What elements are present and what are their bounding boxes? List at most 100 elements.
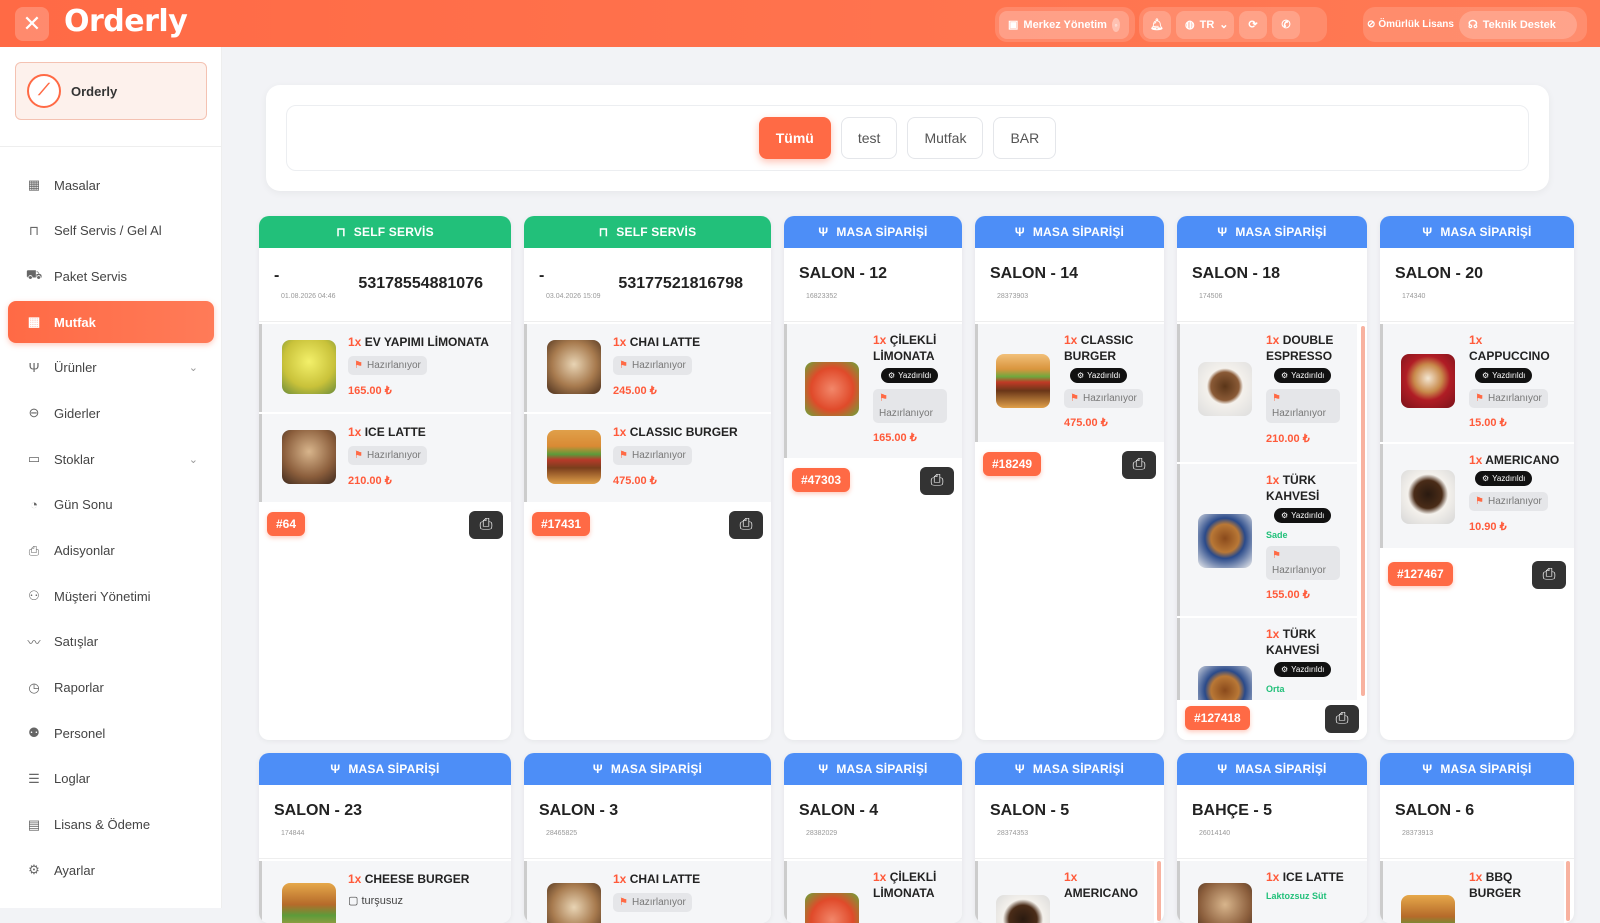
item-name: 1x ICE LATTE: [1266, 870, 1344, 884]
sidebar-item-satislar[interactable]: 〰 Satışlar: [8, 621, 214, 663]
bag-icon: ⊓: [28, 222, 40, 238]
sidebar-item-stoklar[interactable]: ▭ Stoklar ⌄: [8, 438, 214, 480]
toggle-icon: ◦: [1111, 17, 1120, 32]
product-image: [1198, 883, 1252, 923]
order-item[interactable]: 1x TÜRK KAHVESİ ⚙ Yazdırıldı Sade ⚑ Hazırl…: [1177, 464, 1357, 616]
check-circle-icon: ⊘: [1367, 19, 1376, 30]
item-name: 1x BBQ BURGER: [1469, 870, 1522, 900]
order-card: Ψ MASA SİPARİŞİ SALON - 4 28382029 1x ÇİL…: [784, 753, 962, 923]
filter-mutfak[interactable]: Mutfak: [907, 117, 984, 159]
whatsapp-button[interactable]: ✆: [1272, 10, 1300, 39]
table-code: 28382029: [806, 830, 838, 837]
tools-group: 🔔︎ ◍ TR ⌄ ⟳ ✆: [1139, 7, 1327, 42]
runner-icon: ⚑: [619, 360, 628, 371]
print-button[interactable]: ⎙: [469, 511, 503, 539]
order-item[interactable]: 1x BBQ BURGER: [1380, 861, 1564, 923]
bell-icon: 🔔︎: [1150, 19, 1164, 31]
sidebar-item-adisyonlar[interactable]: ⎙ Adisyonlar: [8, 530, 214, 572]
filter-bar-button[interactable]: BAR: [993, 117, 1057, 159]
card-icon: ▤: [27, 816, 41, 832]
sidebar-item-paket-servis[interactable]: ⛟ Paket Servis: [8, 255, 214, 297]
order-item[interactable]: 1x ICE LATTE Laktozsuz Süt: [1177, 861, 1367, 923]
item-note: Orta: [1266, 684, 1285, 694]
order-item[interactable]: 1x ICE LATTE ⚑ Hazırlanıyor 210.00 ₺: [259, 414, 511, 502]
fork-knife-icon: Ψ: [818, 225, 829, 239]
print-button[interactable]: ⎙: [1325, 705, 1359, 733]
scrollbar[interactable]: [1157, 861, 1161, 921]
card-header: Ψ MASA SİPARİŞİ: [975, 216, 1164, 248]
customer-name: -: [539, 267, 545, 284]
sidebar-item-loglar[interactable]: ☰ Loglar: [8, 758, 214, 800]
sidebar-item-label: Giderler: [54, 405, 101, 421]
sidebar-item-label: Müşteri Yönetimi: [54, 588, 151, 604]
sidebar-item-self-servis[interactable]: ⊓ Self Servis / Gel Al: [8, 210, 214, 252]
scrollbar[interactable]: [1361, 326, 1365, 696]
print-button[interactable]: ⎙: [1532, 561, 1566, 589]
order-item[interactable]: 1x CHAI LATTE ⚑ Hazırlanıyor: [524, 861, 771, 923]
print-button[interactable]: ⎙: [1122, 451, 1156, 479]
item-name: 1x CLASSIC BURGER: [613, 425, 738, 439]
close-button[interactable]: ✕: [15, 7, 49, 41]
bag-icon: ⊓: [336, 225, 346, 239]
globe-icon: ◍: [1185, 19, 1195, 31]
order-item[interactable]: 1x DOUBLE ESPRESSO ⚙ Yazdırıldı ⚑ Hazırlan…: [1177, 324, 1357, 462]
order-number: 53177521816798: [618, 275, 743, 292]
support-button[interactable]: ☊ Teknik Destek: [1458, 10, 1577, 39]
sidebar-item-lisans-odeme[interactable]: ▤ Lisans & Ödeme: [8, 804, 214, 846]
order-item[interactable]: 1x AMERICANO ⚙ Yazdırıldı ⚑ Hazırlanıyor 1…: [1380, 444, 1574, 548]
scrollbar[interactable]: [1566, 861, 1570, 921]
sidebar-logo-card[interactable]: ⟋ Orderly: [15, 62, 207, 120]
sidebar-item-giderler[interactable]: ⊖ Giderler: [8, 392, 214, 434]
order-item[interactable]: 1x CAPPUCCINO ⚙ Yazdırıldı ⚑ Hazırlanıyor 1…: [1380, 324, 1574, 442]
sidebar-item-gun-sonu[interactable]: ◔ Gün Sonu: [8, 484, 214, 526]
sidebar-item-mutfak[interactable]: ▦ Mutfak: [8, 301, 214, 344]
sidebar-item-ayarlar[interactable]: ⚙ Ayarlar: [8, 849, 214, 891]
product-image: [1198, 514, 1252, 568]
printed-badge: ⚙ Yazdırıldı: [1274, 662, 1332, 677]
customer-name: -: [274, 267, 280, 284]
card-info: SALON - 6 28373913: [1380, 785, 1574, 859]
chevron-down-icon: ⌄: [1219, 19, 1229, 31]
items-scroll-area[interactable]: 1x DOUBLE ESPRESSO ⚙ Yazdırıldı ⚑ Hazırlan…: [1177, 322, 1367, 700]
filter-tumu[interactable]: Tümü: [758, 117, 831, 159]
card-type-label: MASA SİPARİŞİ: [1032, 225, 1125, 239]
printer-icon: ⎙: [1335, 710, 1349, 727]
printer-icon: ⎙: [930, 472, 944, 489]
order-item[interactable]: 1x AMERICANO: [975, 861, 1154, 923]
card-type-label: MASA SİPARİŞİ: [610, 762, 703, 776]
order-item[interactable]: 1x EV YAPIMI LİMONATA ⚑ Hazırlanıyor 165.…: [259, 324, 511, 412]
sidebar-item-personel[interactable]: ⚉ Personel: [8, 712, 214, 754]
merkez-yonetim-button[interactable]: ▣ Merkez Yönetim ◦: [999, 10, 1129, 39]
sidebar-item-musteri-yonetimi[interactable]: ⚇ Müşteri Yönetimi: [8, 575, 214, 617]
status-badge: ⚑ Hazırlanıyor: [1469, 492, 1548, 511]
license-group: ⊘ Ömürlük Lisans ☊ Teknik Destek: [1363, 7, 1587, 42]
refresh-button[interactable]: ⟳: [1239, 10, 1267, 39]
item-price: 155.00 ₺: [1266, 589, 1310, 601]
print-button[interactable]: ⎙: [920, 467, 954, 495]
order-item[interactable]: 1x CLASSIC BURGER ⚑ Hazırlanıyor 475.00 ₺: [524, 414, 771, 502]
printed-badge: ⚙ Yazdırıldı: [1274, 508, 1332, 523]
status-badge: ⚑ Hazırlanıyor: [1469, 389, 1548, 408]
sidebar-item-masalar[interactable]: ▦ Masalar: [8, 164, 214, 206]
order-item[interactable]: 1x CHAI LATTE ⚑ Hazırlanıyor 245.00 ₺: [524, 324, 771, 412]
order-item[interactable]: 1x ÇİLEKLİ LİMONATA: [784, 861, 962, 923]
notification-button[interactable]: 🔔︎: [1143, 10, 1171, 39]
order-card: Ψ MASA SİPARİŞİ SALON - 6 28373913 1x BBQ…: [1380, 753, 1574, 923]
note-icon: ▢: [348, 895, 359, 907]
print-button[interactable]: ⎙: [729, 511, 763, 539]
fork-knife-icon: Ψ: [330, 762, 341, 776]
fork-knife-icon: Ψ: [1422, 225, 1433, 239]
printed-badge: ⚙ Yazdırıldı: [881, 368, 939, 383]
order-item[interactable]: 1x CHEESE BURGER ▢ turşusuz: [259, 861, 511, 923]
sidebar-item-urunler[interactable]: Ψ Ürünler ⌄: [8, 347, 214, 389]
status-badge: ⚑ Hazırlanıyor: [613, 893, 692, 912]
sidebar-item-raporlar[interactable]: ◷ Raporlar: [8, 667, 214, 709]
order-item[interactable]: 1x TÜRK KAHVESİ ⚙ Yazdırıldı Orta: [1177, 618, 1357, 700]
filter-test[interactable]: test: [840, 117, 898, 159]
order-item[interactable]: 1x CLASSIC BURGER ⚙ Yazdırıldı ⚑ Hazırlanı…: [975, 324, 1164, 442]
runner-icon: ⚑: [354, 360, 363, 371]
order-item[interactable]: 1x ÇİLEKLİ LİMONATA ⚙ Yazdırıldı ⚑ Hazırla…: [784, 324, 962, 458]
sidebar-item-label: Personel: [54, 725, 106, 741]
language-select[interactable]: ◍ TR ⌄: [1176, 10, 1234, 39]
product-image: [996, 895, 1050, 923]
